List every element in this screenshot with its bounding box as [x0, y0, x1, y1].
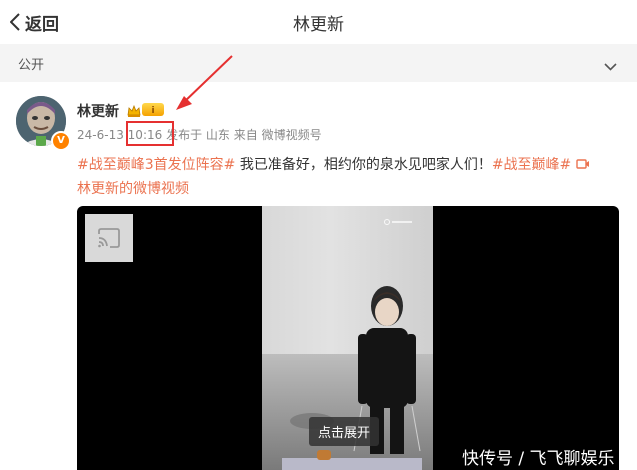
username[interactable]: 林更新 — [77, 101, 119, 121]
expand-button[interactable]: 点击展开 — [309, 417, 380, 446]
verified-badge-icon: V — [51, 131, 71, 151]
page-title: 林更新 — [293, 15, 344, 35]
annotation-arrow-icon — [170, 52, 240, 118]
visibility-label: 公开 — [18, 58, 45, 73]
top-nav: 返回 林更新 — [0, 0, 637, 44]
chevron-down-icon[interactable] — [604, 56, 617, 75]
video-watermark-icon — [384, 218, 414, 228]
annotation-highlight-box — [126, 121, 174, 146]
source-watermark: 快传号 / 飞飞聊娱乐 — [462, 449, 615, 469]
video-link[interactable]: 林更新的微博视频 — [77, 181, 189, 197]
level-badge-icon: i — [142, 103, 164, 116]
post-source[interactable]: 来自 微博视频号 — [234, 128, 322, 142]
hashtag-link[interactable]: #战至巅峰3首发位阵容# — [77, 157, 235, 173]
visibility-bar[interactable]: 公开 — [0, 44, 637, 82]
crown-icon — [127, 102, 141, 121]
post-date: 24-6-13 — [77, 128, 124, 142]
svg-text:i: i — [151, 106, 154, 116]
post-meta: 24-6-13 10:16 发布于 山东 来自 微博视频号 — [77, 126, 322, 143]
video-player[interactable]: 点击展开 — [77, 206, 619, 470]
video-link-icon — [576, 157, 590, 173]
post-content: #战至巅峰3首发位阵容# 我已准备好，相约你的泉水见吧家人们！#战至巅峰# 林更… — [77, 153, 625, 201]
post-location: 发布于 山东 — [166, 128, 230, 142]
hashtag-link[interactable]: #战至巅峰# — [492, 157, 571, 173]
post-body-text: 我已准备好，相约你的泉水见吧家人们！ — [235, 157, 492, 173]
cast-icon[interactable] — [85, 214, 133, 262]
